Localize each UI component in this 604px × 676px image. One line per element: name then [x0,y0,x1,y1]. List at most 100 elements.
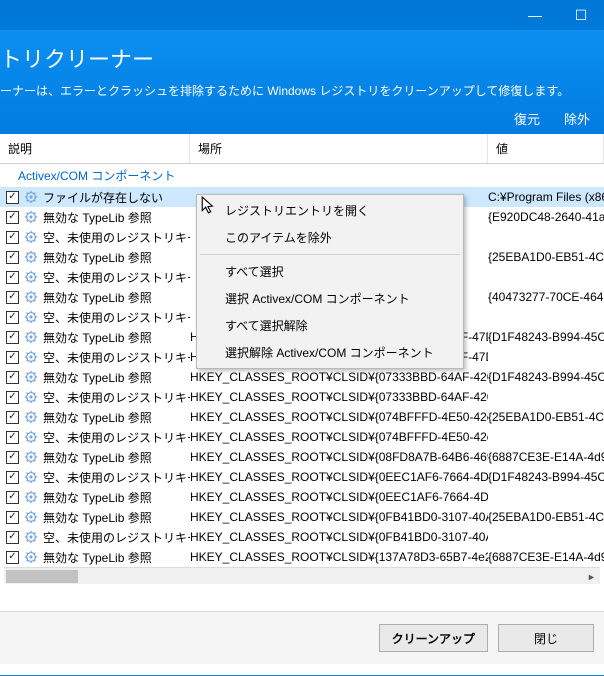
gear-icon [23,349,39,365]
row-value: {25EBA1D0-EB51-4CB [488,250,604,264]
row-description: 空、未使用のレジストリキー [43,469,190,486]
row-description: 無効な TypeLib 参照 [43,449,152,466]
table-row[interactable]: 無効な TypeLib 参照 HKEY_CLASSES_ROOT¥CLSID¥{0… [0,487,604,507]
row-description: 無効な TypeLib 参照 [43,329,152,346]
row-location: HKEY_CLASSES_ROOT¥CLSID¥{07333BBD-64AF-4… [190,390,488,404]
row-value: {25EBA1D0-EB51-4CB [488,510,604,524]
ctx-select-all[interactable]: すべて選択 [199,258,461,285]
page-subtitle: ーナーは、エラーとクラッシュを排除するために Windows レジストリをクリー… [0,80,604,109]
table-row[interactable]: 無効な TypeLib 参照 HKEY_CLASSES_ROOT¥CLSID¥{0… [0,447,604,467]
row-checkbox[interactable] [6,471,19,484]
row-checkbox[interactable] [6,431,19,444]
column-headers: 説明 場所 値 [0,134,604,164]
row-location: HKEY_CLASSES_ROOT¥CLSID¥{0EEC1AF6-7664-4… [190,470,488,484]
row-description: 無効な TypeLib 参照 [43,209,152,226]
gear-icon [23,549,39,565]
row-description: 空、未使用のレジストリキー [43,429,190,446]
row-description: 空、未使用のレジストリキー [43,529,190,546]
table-row[interactable]: 空、未使用のレジストリキーHKEY_CLASSES_ROOT¥CLSID¥{07… [0,427,604,447]
table-row[interactable]: 無効な TypeLib 参照HKEY_CLASSES_ROOT¥CLSID¥{0… [0,407,604,427]
row-description: 空、未使用のレジストリキー [43,229,190,246]
header: トリクリーナー ーナーは、エラーとクラッシュを排除するために Windows レ… [0,30,604,134]
table-row[interactable]: 無効な TypeLib 参照 HKEY_CLASSES_ROOT¥CLSID¥{1… [0,547,604,567]
row-checkbox[interactable] [6,191,19,204]
col-location[interactable]: 場所 [190,134,488,163]
row-location: HKEY_CLASSES_ROOT¥CLSID¥{0EEC1AF6-7664-4… [190,490,488,504]
gear-icon [23,509,39,525]
close-button[interactable]: 閉じ [498,624,594,652]
table-row[interactable]: 無効な TypeLib 参照 HKEY_CLASSES_ROOT¥CLSID¥{0… [0,367,604,387]
footer: クリーンアップ 閉じ [0,611,604,664]
row-checkbox[interactable] [6,351,19,364]
scroll-right-arrow-icon[interactable]: ► [583,568,600,585]
row-location: HKEY_CLASSES_ROOT¥CLSID¥{08FD8A7B-64B6-4… [190,450,488,464]
row-location: HKEY_CLASSES_ROOT¥CLSID¥{0FB41BD0-3107-4… [190,530,488,544]
gear-icon [23,269,39,285]
ctx-deselect-all[interactable]: すべて選択解除 [199,312,461,339]
ctx-deselect-group[interactable]: 選択解除 Activex/COM コンポーネント [199,339,461,366]
col-value[interactable]: 値 [488,134,604,163]
row-description: ファイルが存在しない [43,189,163,206]
gear-icon [23,369,39,385]
exclude-link[interactable]: 除外 [564,109,590,128]
row-value: {6887CE3E-E14A-4d9 [488,550,604,564]
row-description: 無効な TypeLib 参照 [43,549,152,566]
group-header[interactable]: Activex/COM コンポーネント [0,164,604,187]
cleanup-button[interactable]: クリーンアップ [379,624,488,652]
row-checkbox[interactable] [6,491,19,504]
restore-link[interactable]: 復元 [514,109,540,128]
col-description[interactable]: 説明 [0,134,190,163]
minimize-button[interactable]: — [512,0,558,30]
row-description: 空、未使用のレジストリキー [43,389,190,406]
gear-icon [23,329,39,345]
row-checkbox[interactable] [6,371,19,384]
scroll-thumb[interactable] [6,570,78,583]
row-description: 無効な TypeLib 参照 [43,369,152,386]
row-value: {E920DC48-2640-41a [488,210,604,224]
row-checkbox[interactable] [6,411,19,424]
row-location: HKEY_CLASSES_ROOT¥CLSID¥{074BFFFD-4E50-4… [190,430,488,444]
row-location: HKEY_CLASSES_ROOT¥CLSID¥{137A78D3-65B7-4… [190,550,488,564]
table-row[interactable]: 無効な TypeLib 参照HKEY_CLASSES_ROOT¥CLSID¥{0… [0,507,604,527]
table-row[interactable]: 空、未使用のレジストリキーHKEY_CLASSES_ROOT¥CLSID¥{0F… [0,527,604,547]
row-description: 空、未使用のレジストリキー [43,349,190,366]
page-title: トリクリーナー [0,38,604,80]
row-checkbox[interactable] [6,331,19,344]
gear-icon [23,409,39,425]
maximize-button[interactable]: ☐ [558,0,604,30]
row-location: HKEY_CLASSES_ROOT¥CLSID¥{074BFFFD-4E50-4… [190,410,488,424]
row-checkbox[interactable] [6,311,19,324]
ctx-select-group[interactable]: 選択 Activex/COM コンポーネント [199,285,461,312]
row-location: HKEY_CLASSES_ROOT¥CLSID¥{07333BBD-64AF-4… [190,370,488,384]
row-checkbox[interactable] [6,551,19,564]
row-description: 空、未使用のレジストリキー [43,309,190,326]
row-checkbox[interactable] [6,291,19,304]
row-description: 空、未使用のレジストリキー [43,269,190,286]
header-actions: 復元 除外 [0,109,604,134]
row-checkbox[interactable] [6,271,19,284]
row-checkbox[interactable] [6,451,19,464]
gear-icon [23,469,39,485]
row-description: 無効な TypeLib 参照 [43,509,152,526]
gear-icon [23,289,39,305]
gear-icon [23,189,39,205]
gear-icon [23,529,39,545]
ctx-separator [200,254,460,255]
row-checkbox[interactable] [6,211,19,224]
gear-icon [23,389,39,405]
row-checkbox[interactable] [6,531,19,544]
gear-icon [23,309,39,325]
ctx-open-entry[interactable]: レジストリエントリを開く [199,197,461,224]
row-value: C:¥Program Files (x86 [488,190,604,204]
horizontal-scrollbar[interactable]: ◄ ► [4,567,600,584]
ctx-exclude-item[interactable]: このアイテムを除外 [199,224,461,251]
row-checkbox[interactable] [6,231,19,244]
row-checkbox[interactable] [6,511,19,524]
table-row[interactable]: 空、未使用のレジストリキーHKEY_CLASSES_ROOT¥CLSID¥{07… [0,387,604,407]
gear-icon [23,429,39,445]
row-checkbox[interactable] [6,391,19,404]
table-row[interactable]: 空、未使用のレジストリキーHKEY_CLASSES_ROOT¥CLSID¥{0E… [0,467,604,487]
row-checkbox[interactable] [6,251,19,264]
row-description: 無効な TypeLib 参照 [43,489,152,506]
context-menu: レジストリエントリを開く このアイテムを除外 すべて選択 選択 Activex/… [196,194,464,369]
